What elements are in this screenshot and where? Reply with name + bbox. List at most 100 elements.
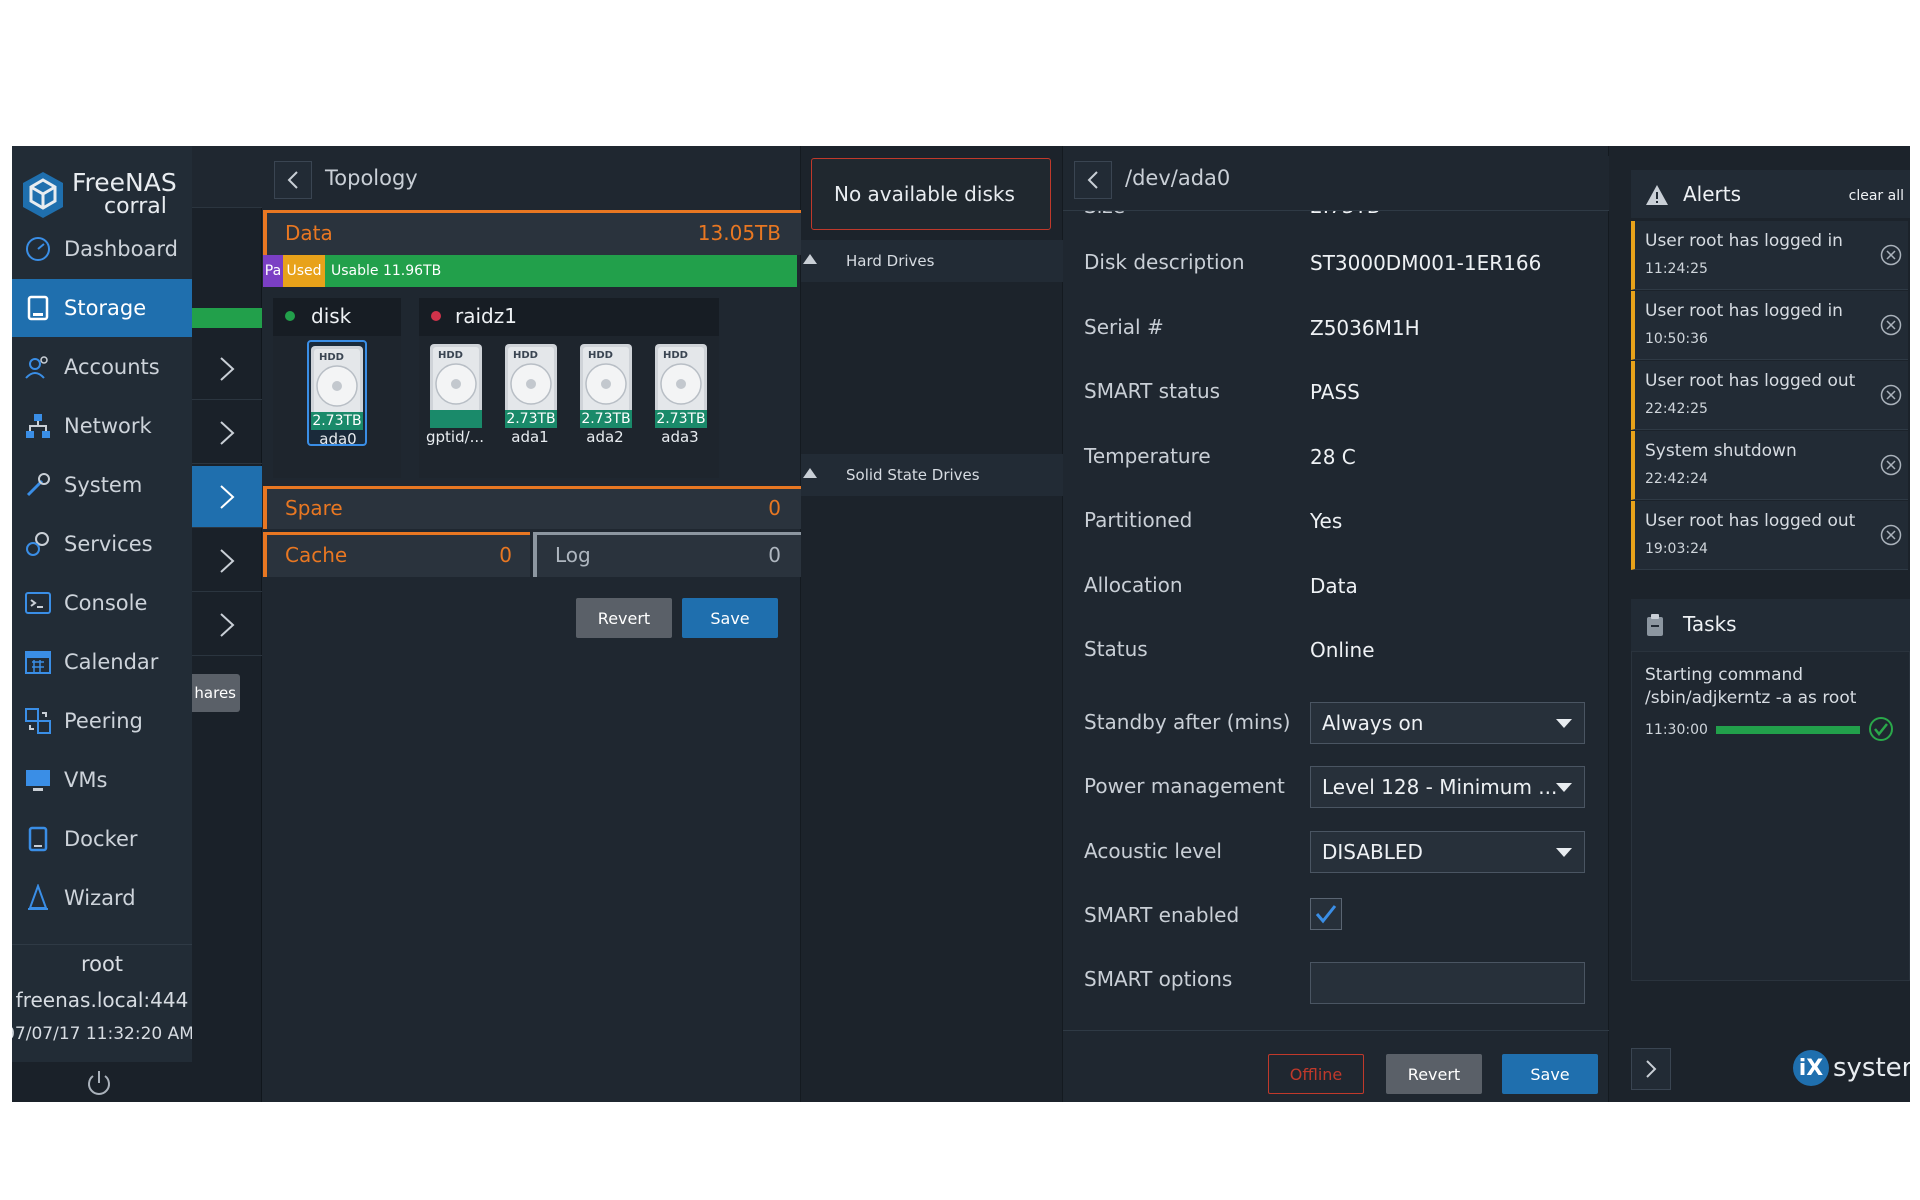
disk-name: ada3 bbox=[661, 428, 699, 446]
disk-tile[interactable]: HDD gptid/... bbox=[426, 340, 486, 446]
spare-count: 0 bbox=[768, 496, 781, 520]
disk-name: ada0 bbox=[319, 430, 357, 448]
disk-tile[interactable]: HDD 2.73TB ada0 bbox=[307, 340, 367, 448]
sidebar-item-accounts[interactable]: Accounts bbox=[12, 338, 192, 396]
details-scroll[interactable]: Size 2.73TB Disk description ST3000DM001-… bbox=[1063, 210, 1609, 970]
alert-item[interactable]: User root has logged out 19:03:24 bbox=[1631, 501, 1908, 570]
topology-save-button[interactable]: Save bbox=[682, 598, 778, 638]
docker-icon bbox=[18, 825, 58, 853]
disk-tile[interactable]: HDD 2.73TB ada2 bbox=[576, 340, 636, 446]
clear-all-link[interactable]: clear all bbox=[1849, 188, 1904, 204]
disk-tile[interactable]: HDD 2.73TB ada3 bbox=[651, 340, 711, 446]
disk-size: 2.73TB bbox=[580, 410, 632, 428]
sidebar-item-storage[interactable]: Storage bbox=[12, 279, 192, 337]
smart-enabled-label: SMART enabled bbox=[1084, 903, 1240, 927]
subnav-chevron-1[interactable] bbox=[192, 338, 262, 400]
log-section[interactable]: Log 0 bbox=[533, 535, 801, 577]
details-back-button[interactable] bbox=[1074, 161, 1112, 199]
vdev-disk[interactable]: disk HDD 2.73TB ada0 bbox=[273, 298, 401, 478]
power-management-select[interactable]: Level 128 - Minimum ... bbox=[1310, 766, 1585, 808]
alert-item[interactable]: User root has logged out 22:42:25 bbox=[1631, 361, 1908, 430]
alert-text: User root has logged in bbox=[1645, 231, 1843, 251]
offline-button[interactable]: Offline bbox=[1268, 1054, 1364, 1094]
sidebar-item-label: Accounts bbox=[64, 355, 160, 379]
subnav-chevron-4[interactable] bbox=[192, 530, 262, 592]
hard-drives-header[interactable]: Hard Drives bbox=[801, 240, 1063, 282]
panel-expand-button[interactable] bbox=[1631, 1048, 1671, 1090]
details-revert-button[interactable]: Revert bbox=[1386, 1054, 1482, 1094]
sidebar-item-calendar[interactable]: Calendar bbox=[12, 633, 192, 691]
dismiss-alert-icon[interactable] bbox=[1880, 314, 1902, 336]
smart-options-label: SMART options bbox=[1084, 967, 1233, 991]
acoustic-select[interactable]: DISABLED bbox=[1310, 831, 1585, 873]
alert-item[interactable]: User root has logged in 10:50:36 bbox=[1631, 291, 1908, 360]
log-label: Log bbox=[555, 543, 591, 567]
ssd-header[interactable]: Solid State Drives bbox=[801, 454, 1063, 496]
standby-value: Always on bbox=[1322, 711, 1424, 735]
standby-label: Standby after (mins) bbox=[1084, 710, 1291, 734]
smart-enabled-checkbox[interactable] bbox=[1310, 898, 1342, 930]
alert-text: System shutdown bbox=[1645, 441, 1797, 461]
vms-icon bbox=[18, 766, 58, 794]
spare-section[interactable]: Spare 0 bbox=[263, 489, 801, 529]
disk-details-panel: Size 2.73TB Disk description ST3000DM001-… bbox=[1063, 146, 1609, 1102]
alert-time: 19:03:24 bbox=[1645, 541, 1708, 557]
topology-back-button[interactable] bbox=[274, 161, 312, 199]
dropdown-arrow-icon bbox=[1556, 848, 1572, 857]
brand-sub: corral bbox=[104, 194, 167, 219]
chevron-right-icon bbox=[220, 356, 235, 381]
sidebar-item-system[interactable]: System bbox=[12, 456, 192, 514]
sidebar-item-docker[interactable]: Docker bbox=[12, 810, 192, 868]
details-save-button[interactable]: Save bbox=[1502, 1054, 1598, 1094]
hdd-label: HDD bbox=[319, 352, 344, 363]
smart-options-input[interactable] bbox=[1310, 962, 1585, 1004]
dismiss-alert-icon[interactable] bbox=[1880, 524, 1902, 546]
sidebar-item-peering[interactable]: Peering bbox=[12, 692, 192, 750]
wizard-icon bbox=[18, 884, 58, 912]
acoustic-label: Acoustic level bbox=[1084, 839, 1222, 863]
checkmark-icon bbox=[1315, 905, 1337, 924]
chevron-right-icon bbox=[220, 612, 235, 637]
alerts-header: Alerts clear all bbox=[1631, 170, 1910, 218]
task-complete-icon bbox=[1869, 717, 1893, 741]
shares-button[interactable]: hares bbox=[192, 674, 240, 712]
alert-item[interactable]: System shutdown 22:42:24 bbox=[1631, 431, 1908, 500]
topology-revert-button[interactable]: Revert bbox=[576, 598, 672, 638]
sidebar-item-network[interactable]: Network bbox=[12, 397, 192, 455]
dropdown-arrow-icon bbox=[1556, 719, 1572, 728]
task-text: Starting command /sbin/adjkerntz -a as r… bbox=[1645, 665, 1857, 708]
sidebar-item-services[interactable]: Services bbox=[12, 515, 192, 573]
vdev-raidz1[interactable]: raidz1 HDD gptid/... HDD 2.73TB ada1 HDD 2.73T… bbox=[419, 298, 719, 478]
ix-logo-text: systems bbox=[1833, 1053, 1910, 1083]
detail-value: ST3000DM001-1ER166 bbox=[1310, 251, 1542, 275]
dismiss-alert-icon[interactable] bbox=[1880, 384, 1902, 406]
subnav-chevron-2[interactable] bbox=[192, 402, 262, 464]
power-icon[interactable] bbox=[84, 1068, 114, 1098]
accounts-icon bbox=[18, 353, 58, 381]
alert-text: User root has logged out bbox=[1645, 371, 1856, 391]
cache-section[interactable]: Cache 0 bbox=[263, 535, 530, 577]
subnav-chevron-active[interactable] bbox=[192, 466, 262, 528]
subnav-chevron-5[interactable] bbox=[192, 594, 262, 656]
sidebar-item-console[interactable]: Console bbox=[12, 574, 192, 632]
sidebar-item-vms[interactable]: VMs bbox=[12, 751, 192, 809]
standby-select[interactable]: Always on bbox=[1310, 702, 1585, 744]
pool-health-bar bbox=[192, 308, 262, 328]
disk-tile[interactable]: HDD 2.73TB ada1 bbox=[501, 340, 561, 446]
vdev-status-dot bbox=[285, 311, 295, 321]
calendar-icon bbox=[18, 648, 58, 676]
detail-value: Z5036M1H bbox=[1310, 315, 1420, 340]
sidebar-item-wizard[interactable]: Wizard bbox=[12, 869, 192, 927]
storage-subnav: hares bbox=[192, 146, 262, 1102]
sidebar-item-label: System bbox=[64, 473, 143, 497]
dismiss-alert-icon[interactable] bbox=[1880, 244, 1902, 266]
data-section-header: Data 13.05TB bbox=[263, 213, 801, 255]
sidebar-item-dashboard[interactable]: Dashboard bbox=[12, 220, 192, 278]
detail-label: Allocation bbox=[1084, 572, 1183, 597]
detail-value: Data bbox=[1310, 573, 1358, 598]
sidebar-item-label: Docker bbox=[64, 827, 138, 851]
disk-name: gptid/... bbox=[426, 428, 484, 446]
alert-item[interactable]: User root has logged in 11:24:25 bbox=[1631, 221, 1908, 290]
dismiss-alert-icon[interactable] bbox=[1880, 454, 1902, 476]
disk-name: ada2 bbox=[586, 428, 624, 446]
